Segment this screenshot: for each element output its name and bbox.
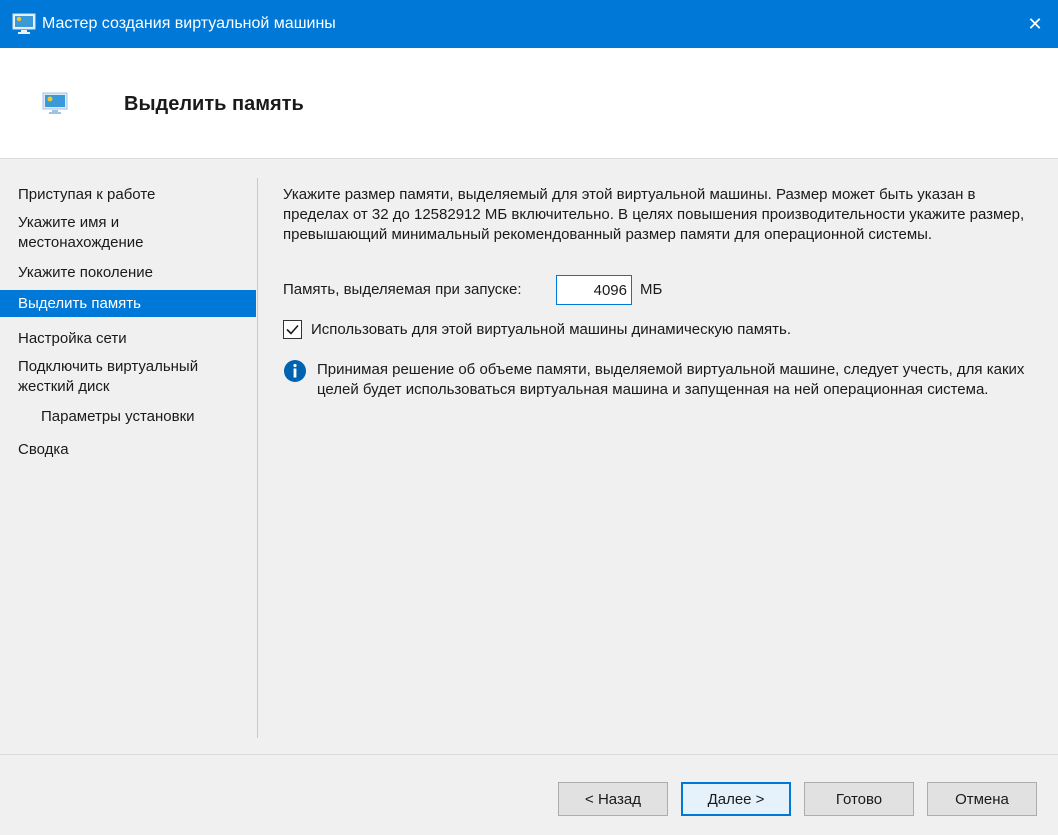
page-title: Выделить память [124,93,304,115]
title-bar: Мастер создания виртуальной машины ✕ [0,0,1058,48]
wizard-header: Выделить память [0,48,1058,159]
panel-divider [257,178,258,738]
finish-button[interactable]: Готово [804,782,914,816]
window-title: Мастер создания виртуальной машины [42,15,336,32]
content-area: Укажите размер памяти, выделяемый для эт… [283,185,1033,245]
wizard-footer: < Назад Далее > Готово Отмена [0,754,1058,835]
back-button[interactable]: < Назад [558,782,668,816]
step-assign-memory[interactable]: Выделить память [0,290,256,317]
info-text: Принимая решение об объеме памяти, выдел… [317,361,1025,398]
startup-memory-input[interactable] [556,275,632,305]
vm-monitor-icon [12,13,36,34]
vm-monitor-icon [42,92,68,114]
step-summary[interactable]: Сводка [0,440,256,460]
checkmark-icon [286,324,299,335]
memory-unit-label: МБ [640,281,663,298]
close-icon: ✕ [1027,13,1043,34]
dynamic-memory-checkbox[interactable] [283,320,302,339]
info-icon [284,360,306,382]
description-text: Укажите размер памяти, выделяемый для эт… [283,186,1025,243]
step-installation-options[interactable]: Параметры установки [0,407,256,427]
startup-memory-label: Память, выделяемая при запуске: [283,281,522,298]
step-virtual-hard-disk[interactable]: Подключить виртуальный жесткий диск [0,357,240,397]
step-getting-started[interactable]: Приступая к работе [0,185,256,205]
step-name-location[interactable]: Укажите имя и местонахождение [0,213,180,253]
dynamic-memory-label[interactable]: Использовать для этой виртуальной машины… [311,321,791,338]
step-generation[interactable]: Укажите поколение [0,263,256,283]
step-networking[interactable]: Настройка сети [0,329,256,349]
cancel-button[interactable]: Отмена [927,782,1037,816]
close-button[interactable]: ✕ [1012,0,1058,48]
wizard-steps: Приступая к работе Укажите имя и местона… [0,160,256,740]
next-button[interactable]: Далее > [681,782,791,816]
